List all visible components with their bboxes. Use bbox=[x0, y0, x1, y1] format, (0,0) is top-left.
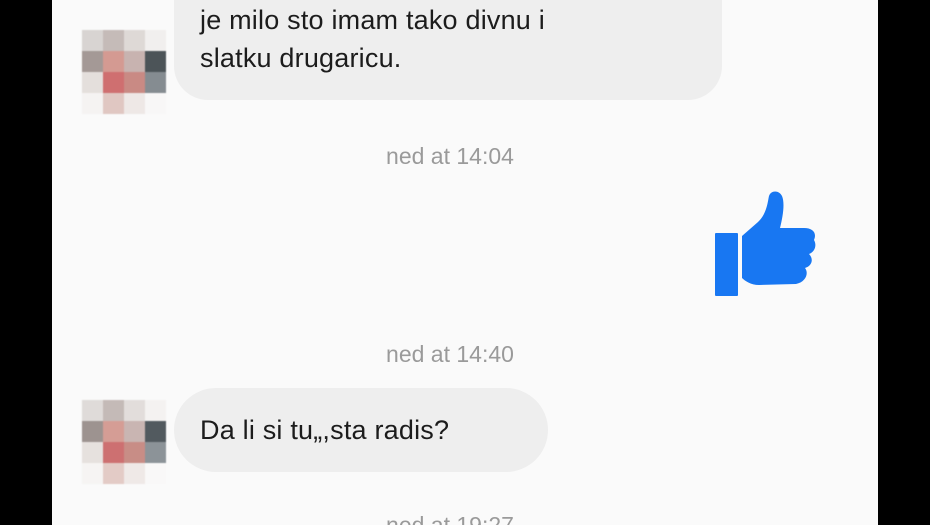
message-text-line: Da li si tu„,sta radis? bbox=[200, 415, 450, 445]
message-timestamp: ned at 14:04 bbox=[386, 143, 514, 169]
message-timestamp: ned at 14:40 bbox=[386, 341, 514, 367]
contact-avatar[interactable] bbox=[82, 30, 166, 114]
thumbs-up-icon[interactable] bbox=[712, 190, 816, 300]
incoming-message-bubble[interactable]: Da li si tu„,sta radis? bbox=[174, 388, 548, 472]
incoming-message-bubble[interactable]: je milo sto imam tako divnu i slatku dru… bbox=[174, 0, 722, 100]
contact-avatar[interactable] bbox=[82, 400, 166, 484]
screenshot-frame: je milo sto imam tako divnu i slatku dru… bbox=[0, 0, 930, 525]
chat-thread[interactable]: je milo sto imam tako divnu i slatku dru… bbox=[52, 0, 878, 525]
message-timestamp: ned at 19:27 bbox=[386, 512, 514, 525]
message-text-line: slatku drugaricu. bbox=[200, 43, 402, 73]
message-text-line: je milo sto imam tako divnu i bbox=[200, 5, 545, 35]
